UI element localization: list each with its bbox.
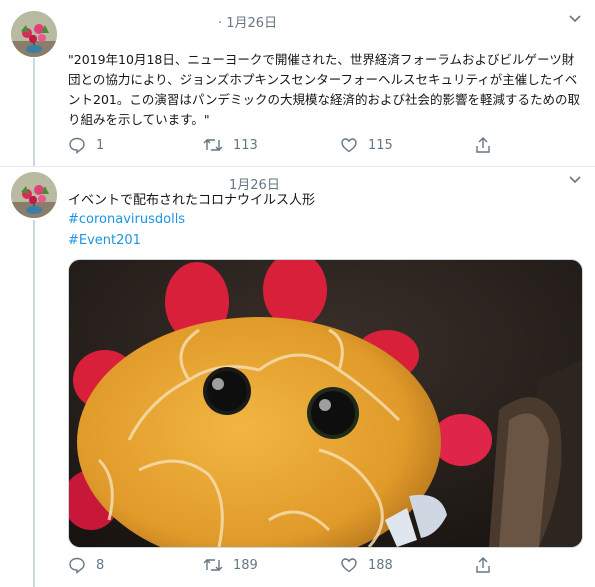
retweet-count: 113: [233, 137, 258, 153]
share-button[interactable]: [474, 556, 502, 574]
reply-icon: [69, 137, 85, 154]
tweet-actions: 8 189 188: [68, 556, 588, 576]
tweet-text: イベントで配布されたコロナウイルス人形: [68, 193, 316, 208]
like-count: 115: [368, 137, 393, 153]
share-icon: [476, 137, 490, 153]
tweet-divider: [0, 166, 595, 167]
coronavirus-doll-photo: [69, 260, 582, 547]
retweet-count: 189: [233, 557, 258, 573]
avatar[interactable]: [11, 172, 57, 218]
like-button[interactable]: 115: [340, 136, 393, 154]
share-icon: [476, 557, 490, 573]
like-button[interactable]: 188: [340, 556, 393, 574]
thread-line-1: [33, 58, 35, 166]
chevron-down-icon[interactable]: [568, 173, 582, 187]
like-icon: [341, 558, 357, 573]
like-icon: [341, 138, 357, 153]
avatar[interactable]: [11, 11, 57, 57]
tweet-date[interactable]: · 1月26日: [218, 12, 277, 31]
reply-count: 8: [96, 557, 105, 573]
retweet-icon: [203, 139, 223, 151]
retweet-button[interactable]: 113: [203, 136, 258, 154]
tweet-text: "2019年10月18日、ニューヨークで開催された、世界経済フォーラムおよびビル…: [68, 52, 580, 127]
retweet-icon: [203, 559, 223, 571]
reply-icon: [69, 557, 85, 574]
tweet-photo[interactable]: [68, 259, 583, 548]
chevron-down-icon[interactable]: [568, 12, 582, 26]
hashtag-link[interactable]: #coronavirusdolls: [68, 212, 185, 227]
share-button[interactable]: [474, 136, 502, 154]
retweet-button[interactable]: 189: [203, 556, 258, 574]
reply-button[interactable]: 1: [68, 136, 104, 154]
hashtag-link[interactable]: #Event201: [68, 233, 141, 248]
like-count: 188: [368, 557, 393, 573]
thread-line-2: [33, 220, 35, 587]
reply-button[interactable]: 8: [68, 556, 104, 574]
tweet-actions: 1 113 115: [68, 136, 588, 156]
reply-count: 1: [96, 137, 105, 153]
tweet-date-label: 1月26日: [226, 16, 278, 31]
